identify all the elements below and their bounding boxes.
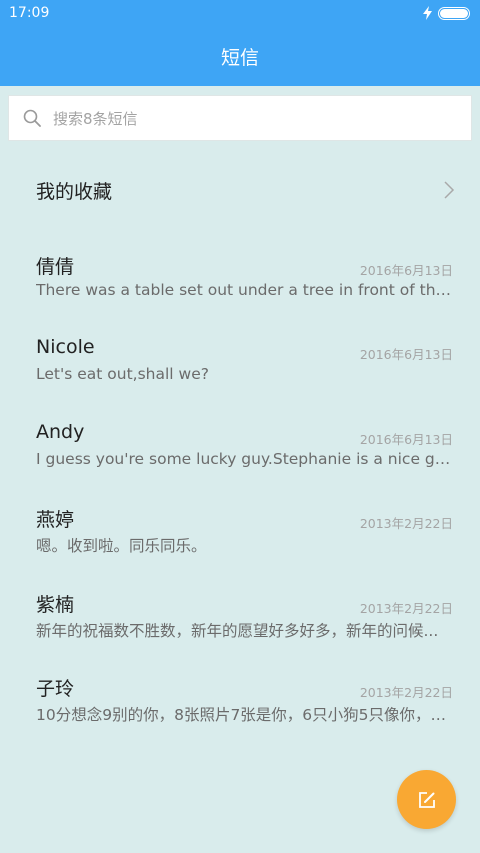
conversation-name: 燕婷 xyxy=(36,509,75,532)
app-bar: 短信 xyxy=(0,26,480,86)
conversation-item[interactable]: 倩倩 2016年6月13日 There was a table set out … xyxy=(0,236,480,320)
search-icon xyxy=(23,109,41,127)
conversation-preview: There was a table set out under a tree i… xyxy=(36,281,454,299)
search-input[interactable]: 搜索8条短信 xyxy=(8,95,472,141)
conversation-date: 2013年2月22日 xyxy=(359,684,453,700)
conversation-preview: 10分想念9别的你，8张照片7张是你，6只小狗5只像你，4... xyxy=(36,705,454,724)
conversation-list: 倩倩 2016年6月13日 There was a table set out … xyxy=(0,236,480,742)
conversation-name: Andy xyxy=(36,420,85,443)
conversation-date: 2013年2月22日 xyxy=(359,600,453,616)
conversation-name: 子玲 xyxy=(36,677,75,700)
conversation-date: 2016年6月13日 xyxy=(359,263,453,278)
compose-button[interactable] xyxy=(397,770,456,829)
battery-level xyxy=(440,8,468,18)
conversation-item[interactable]: 子玲 2013年2月22日 10分想念9别的你，8张照片7张是你，6只小狗5只像… xyxy=(0,658,480,742)
search-placeholder: 搜索8条短信 xyxy=(53,109,138,128)
favorites-label: 我的收藏 xyxy=(36,180,113,203)
conversation-name: Nicole xyxy=(36,336,95,359)
conversation-item[interactable]: Nicole 2016年6月13日 Let's eat out,shall we… xyxy=(0,320,480,404)
status-indicators xyxy=(423,6,470,20)
conversation-date: 2016年6月13日 xyxy=(359,347,453,363)
conversation-preview: Let's eat out,shall we? xyxy=(36,365,209,384)
status-time: 17:09 xyxy=(9,5,50,21)
chevron-right-icon xyxy=(444,181,455,199)
conversation-preview: 新年的祝福数不胜数，新年的愿望好多好多，新年的问候... xyxy=(36,621,439,640)
conversation-item[interactable]: 紫楠 2013年2月22日 新年的祝福数不胜数，新年的愿望好多好多，新年的问候.… xyxy=(0,574,480,658)
conversation-date: 2013年2月22日 xyxy=(359,516,453,532)
conversation-preview: 嗯。收到啦。同乐同乐。 xyxy=(36,537,207,556)
page-title: 短信 xyxy=(220,46,259,69)
conversation-item[interactable]: Andy 2016年6月13日 I guess you're some luck… xyxy=(0,405,480,489)
bolt-icon xyxy=(423,6,432,20)
compose-icon xyxy=(418,791,435,808)
conversation-item[interactable]: 燕婷 2013年2月22日 嗯。收到啦。同乐同乐。 xyxy=(0,489,480,573)
favorites-row[interactable]: 我的收藏 xyxy=(0,150,480,230)
status-bar: 17:09 xyxy=(0,0,480,26)
conversation-preview: I guess you're some lucky guy.Stephanie … xyxy=(36,449,454,468)
conversation-name: 倩倩 xyxy=(36,256,75,278)
conversation-name: 紫楠 xyxy=(36,593,75,616)
battery-icon xyxy=(438,6,470,20)
conversation-date: 2016年6月13日 xyxy=(359,431,453,447)
